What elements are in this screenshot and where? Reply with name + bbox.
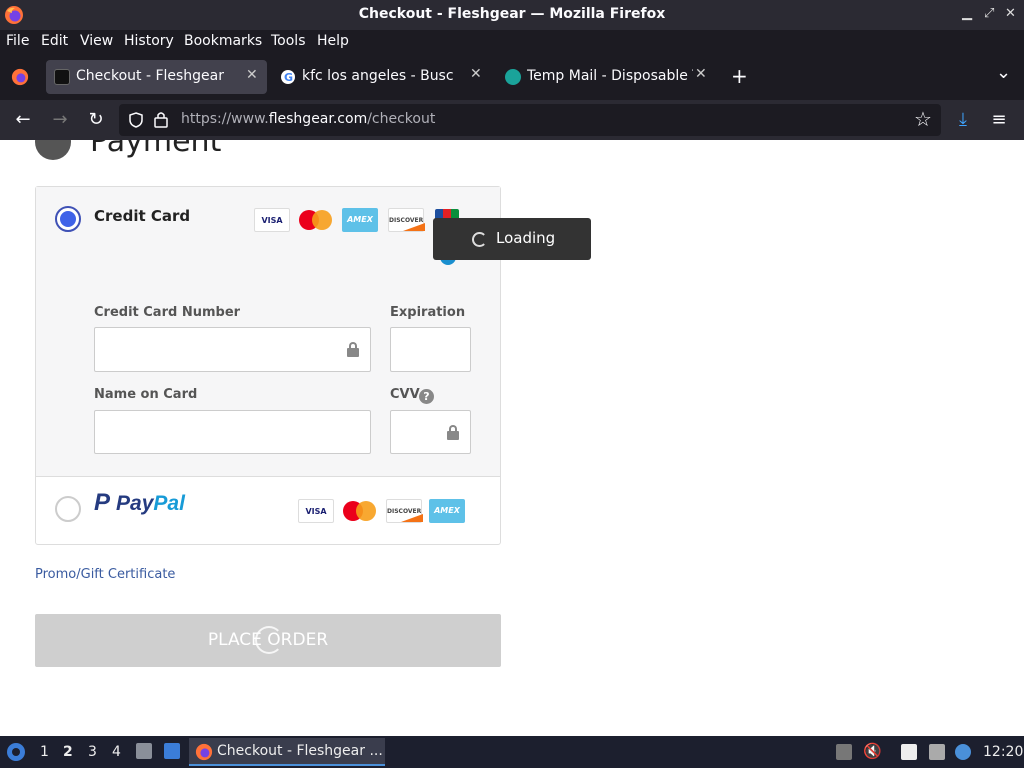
start-menu-icon[interactable] [6, 742, 26, 762]
paypal-logo: P PayPal [94, 489, 185, 516]
svg-text:G: G [284, 71, 293, 84]
shield-icon[interactable] [128, 112, 144, 128]
menu-bookmarks[interactable]: Bookmarks [184, 33, 262, 49]
loading-spinner-icon [255, 626, 283, 654]
name-on-card-label: Name on Card [94, 387, 198, 402]
promo-gift-link[interactable]: Promo/Gift Certificate [35, 567, 175, 582]
tab-list-chevron-down-icon[interactable]: ⌄ [996, 62, 1011, 83]
tab-label: kfc los angeles - Buscar c [302, 68, 454, 84]
clock: 12:20 [983, 744, 1024, 760]
loading-toast: Loading [433, 218, 591, 260]
tab-strip: Checkout - Fleshgear ✕ G kfc los angeles… [0, 54, 1024, 100]
bookmark-star-icon[interactable]: ☆ [914, 107, 932, 131]
tab-checkout[interactable]: Checkout - Fleshgear ✕ [46, 60, 267, 94]
tab-close-icon[interactable]: ✕ [470, 66, 482, 82]
taskbar-firefox-task[interactable]: Checkout - Fleshgear ... [189, 738, 385, 766]
card-number-input[interactable] [94, 327, 371, 372]
tab-close-icon[interactable]: ✕ [695, 66, 707, 82]
menu-edit[interactable]: Edit [41, 33, 68, 49]
minimize-button[interactable]: ▁ [962, 6, 972, 21]
tempmail-favicon-icon [505, 69, 521, 85]
workspace-3[interactable]: 3 [88, 744, 97, 760]
place-order-button[interactable]: PLACE ORDER [35, 614, 501, 667]
workspace-2[interactable]: 2 [63, 744, 73, 760]
cvv-label: CVV [390, 387, 420, 402]
workspace-4[interactable]: 4 [112, 744, 121, 760]
tab-kfc-search[interactable]: G kfc los angeles - Buscar c ✕ [272, 60, 494, 94]
tab-close-icon[interactable]: ✕ [246, 67, 258, 83]
paypal-radio[interactable] [55, 496, 81, 522]
visa-card-icon: VISA [298, 499, 334, 523]
menu-help[interactable]: Help [317, 33, 349, 49]
fleshgear-favicon-icon [54, 69, 70, 85]
visa-card-icon: VISA [254, 208, 290, 232]
expiration-input[interactable] [390, 327, 471, 372]
loading-label: Loading [496, 229, 556, 247]
window-title: Checkout - Fleshgear — Mozilla Firefox [358, 6, 666, 22]
show-desktop-icon[interactable] [164, 743, 180, 759]
new-tab-button[interactable]: + [731, 64, 748, 88]
lock-icon [347, 342, 359, 357]
step-title: Payment [90, 140, 222, 159]
expiration-label: Expiration [390, 305, 466, 320]
menu-bar: File Edit View History Bookmarks Tools H… [0, 30, 1024, 54]
amex-card-icon: AMEX [342, 208, 378, 232]
url-text[interactable]: https://www.fleshgear.com/checkout [181, 111, 435, 127]
lock-icon[interactable] [154, 111, 168, 128]
navigation-bar: ← → ↻ https://www.fleshgear.com/checkout… [0, 100, 1024, 140]
workspace-1[interactable]: 1 [40, 744, 49, 760]
url-bar[interactable]: https://www.fleshgear.com/checkout ☆ [119, 104, 941, 136]
updates-icon[interactable] [836, 744, 852, 760]
menu-view[interactable]: View [80, 33, 113, 49]
checkout-page: Payment Credit Card VISA AMEX DISCOVER C… [0, 140, 1024, 736]
cvv-input[interactable] [390, 410, 471, 454]
payment-methods: Credit Card VISA AMEX DISCOVER Credit Ca… [35, 186, 501, 545]
notification-icon[interactable] [955, 744, 971, 760]
name-on-card-input[interactable] [94, 410, 371, 454]
credit-card-section: Credit Card VISA AMEX DISCOVER Credit Ca… [36, 187, 500, 477]
card-number-label: Credit Card Number [94, 305, 241, 320]
tab-label: Temp Mail - Disposable Te [527, 68, 693, 84]
mastercard-icon [343, 499, 379, 523]
downloads-icon[interactable]: ⤓ [951, 108, 975, 132]
menu-tools[interactable]: Tools [271, 33, 306, 49]
firefox-view-icon[interactable] [11, 68, 29, 86]
tab-label: Checkout - Fleshgear [76, 68, 225, 84]
google-favicon-icon: G [281, 70, 295, 84]
tab-temp-mail[interactable]: Temp Mail - Disposable Te ✕ [497, 60, 719, 94]
paypal-mark-icon: P [94, 489, 111, 516]
amex-card-icon: AMEX [429, 499, 465, 523]
back-button[interactable]: ← [11, 108, 35, 132]
lock-icon [447, 425, 459, 440]
credit-card-label: Credit Card [94, 207, 191, 225]
window-titlebar: Checkout - Fleshgear — Mozilla Firefox ▁… [0, 0, 1024, 30]
close-window-button[interactable]: ✕ [1005, 6, 1016, 21]
step-number-badge [35, 140, 71, 160]
reload-button[interactable]: ↻ [84, 108, 108, 132]
cvv-help-icon[interactable]: ? [419, 389, 434, 404]
credit-card-radio[interactable] [55, 206, 81, 232]
file-manager-icon[interactable] [136, 743, 152, 759]
task-label: Checkout - Fleshgear ... [217, 743, 383, 759]
app-menu-icon[interactable]: ≡ [987, 108, 1011, 132]
maximize-button[interactable]: ⤢ [984, 6, 994, 21]
forward-button[interactable]: → [48, 108, 72, 132]
mastercard-icon [299, 208, 335, 232]
menu-history[interactable]: History [124, 33, 174, 49]
loading-spinner-icon [472, 232, 487, 247]
network-icon[interactable] [929, 744, 945, 760]
discover-card-icon: DISCOVER [386, 499, 423, 523]
menu-file[interactable]: File [6, 33, 29, 49]
taskbar: 1 2 3 4 Checkout - Fleshgear ... 🔇 12:20 [0, 736, 1024, 768]
volume-muted-icon[interactable]: 🔇 [863, 742, 882, 760]
clipboard-icon[interactable] [901, 744, 917, 760]
discover-card-icon: DISCOVER [388, 208, 425, 232]
firefox-icon [195, 743, 213, 761]
